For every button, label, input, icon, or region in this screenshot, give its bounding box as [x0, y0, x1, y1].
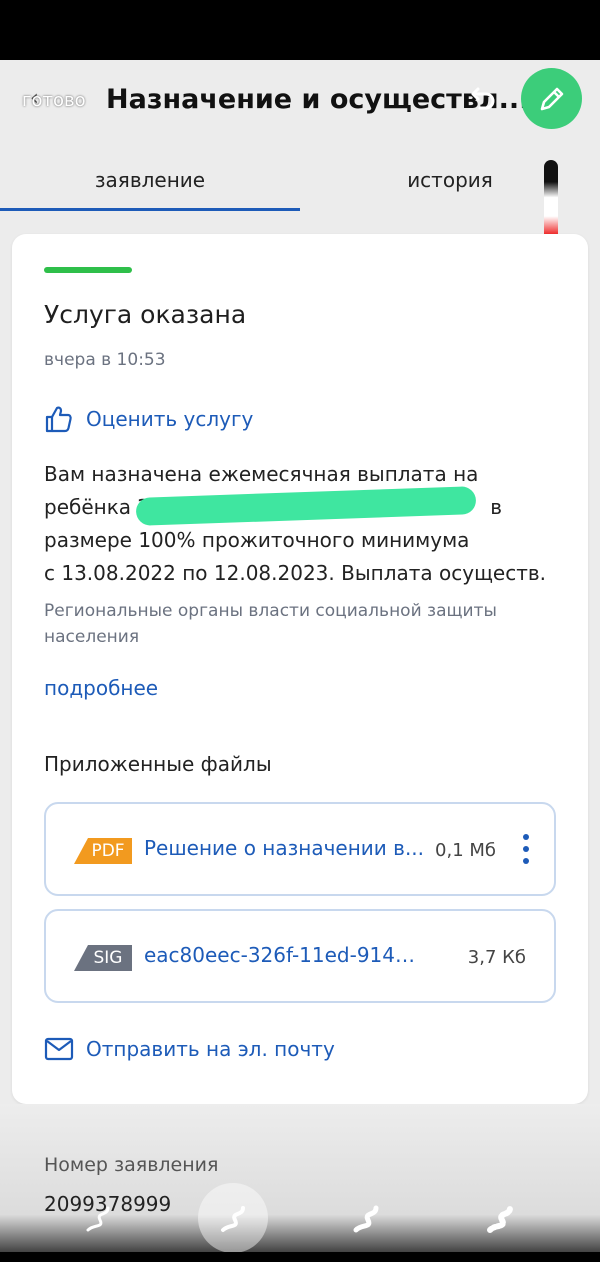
done-button[interactable]: готово: [22, 90, 86, 111]
authority-text: Региональные органы власти социальной за…: [44, 601, 497, 647]
message-line: Вам назначена ежемесячная выплата на: [44, 462, 479, 486]
file-item-sig[interactable]: SIG eac80eec-326f-11ed-9142-d... 3,7 Кб: [44, 909, 556, 1003]
envelope-icon: [44, 1037, 74, 1061]
file-name[interactable]: Решение о назначении в...: [144, 836, 426, 860]
file-size: 0,1 Мб: [435, 840, 496, 861]
highlighter-tool-icon[interactable]: [334, 1186, 398, 1250]
sig-file-icon: SIG: [74, 945, 132, 971]
pattern-pen-tool-icon[interactable]: [468, 1186, 532, 1250]
edit-pen-button[interactable]: [521, 68, 582, 129]
rate-service-label: Оценить услугу: [86, 407, 254, 431]
pencil-icon: [540, 87, 563, 110]
pen-tool-thin-icon[interactable]: [66, 1186, 130, 1250]
undo-icon[interactable]: [466, 84, 498, 116]
status-bar: [0, 0, 600, 60]
status-time: вчера в 10:53: [44, 350, 166, 370]
tab-active-indicator: [0, 208, 300, 211]
send-email-link[interactable]: Отправить на эл. почту: [44, 1034, 335, 1064]
message-line: размере 100% прожиточного минимума: [44, 528, 470, 552]
thumbs-up-icon: [45, 406, 72, 433]
application-number-label: Номер заявления: [44, 1154, 219, 1176]
rate-service-link[interactable]: Оценить услугу: [44, 404, 253, 434]
more-details-link[interactable]: подробнее: [44, 676, 158, 700]
send-email-label: Отправить на эл. почту: [86, 1037, 335, 1061]
more-options-icon[interactable]: [522, 834, 530, 864]
file-name[interactable]: eac80eec-326f-11ed-9142-d...: [144, 943, 426, 967]
file-item-pdf[interactable]: PDF Решение о назначении в... 0,1 Мб: [44, 802, 556, 896]
tabs: заявление история: [0, 148, 600, 214]
message-line: с 13.08.2022 по 12.08.2023. Выплата осущ…: [44, 561, 544, 585]
message-line-start: ребёнка З: [44, 495, 151, 519]
status-indicator: [44, 267, 132, 273]
status-title: Услуга оказана: [44, 300, 247, 329]
tab-application[interactable]: заявление: [0, 148, 300, 212]
attached-files-heading: Приложенные файлы: [44, 752, 272, 776]
pdf-file-icon: PDF: [74, 838, 132, 864]
file-size: 3,7 Кб: [467, 947, 526, 968]
pen-tool-active-icon[interactable]: [198, 1183, 268, 1253]
message-line-end: в: [490, 495, 503, 519]
navigation-bar: [0, 1252, 600, 1262]
service-message: Вам назначена ежемесячная выплата на реб…: [44, 458, 544, 590]
